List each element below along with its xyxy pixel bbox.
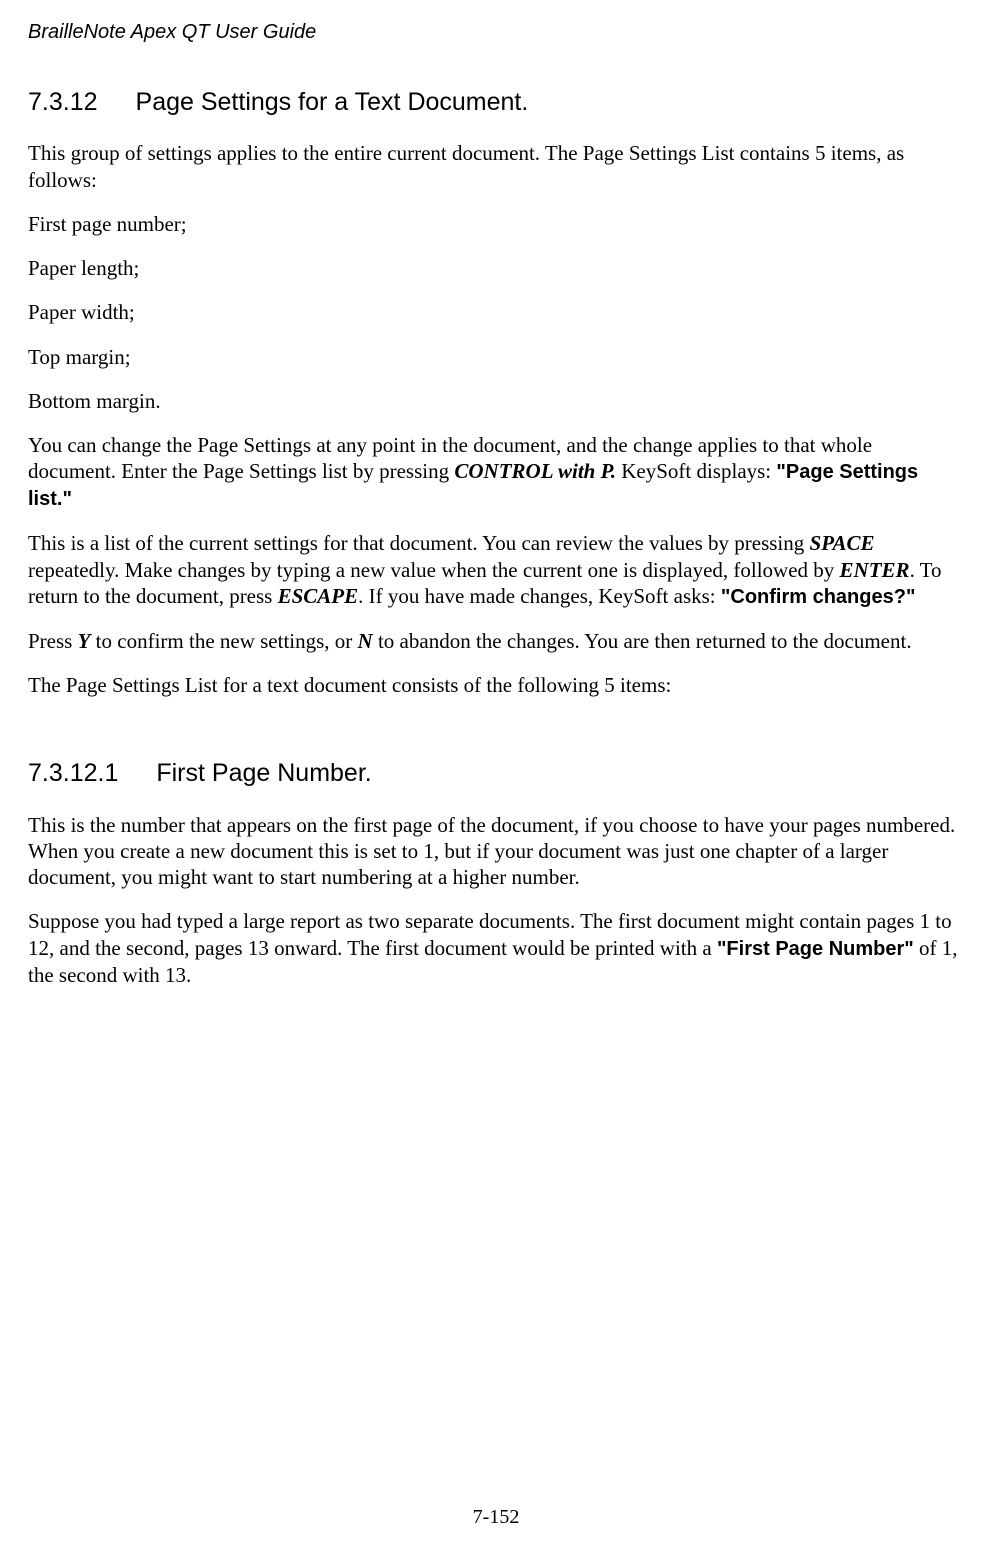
section-heading-7-3-12: 7.3.12 Page Settings for a Text Document. [28, 87, 964, 118]
paragraph-change-settings: You can change the Page Settings at any … [28, 432, 964, 512]
paragraph-confirm: Press Y to confirm the new settings, or … [28, 628, 964, 654]
key-space: SPACE [810, 531, 875, 555]
subsection-number: 7.3.12.1 [28, 758, 118, 789]
text-run: This is a list of the current settings f… [28, 531, 810, 555]
list-item-5: Bottom margin. [28, 388, 964, 414]
key-escape: ESCAPE [278, 584, 359, 608]
section-title: Page Settings for a Text Document. [136, 88, 529, 116]
paragraph-review: This is a list of the current settings f… [28, 530, 964, 610]
section-number: 7.3.12 [28, 87, 98, 118]
text-run: repeatedly. Make changes by typing a new… [28, 558, 840, 582]
section-heading-7-3-12-1: 7.3.12.1 First Page Number. [28, 758, 964, 789]
paragraph-intro: This group of settings applies to the en… [28, 140, 964, 193]
paragraph-list5: The Page Settings List for a text docume… [28, 672, 964, 698]
list-item-1: First page number; [28, 211, 964, 237]
list-item-2: Paper length; [28, 255, 964, 281]
key-enter: ENTER [840, 558, 910, 582]
quote-confirm: "Confirm changes?" [721, 586, 916, 608]
text-run: . If you have made changes, KeySoft asks… [358, 584, 721, 608]
subsection-title: First Page Number. [156, 759, 371, 787]
paragraph-first-page-2: Suppose you had typed a large report as … [28, 908, 964, 988]
text-run: KeySoft displays: [616, 459, 776, 483]
quote-first-page-number: "First Page Number" [717, 938, 914, 960]
page-number-footer: 7-152 [0, 1505, 992, 1530]
text-run: to abandon the changes. You are then ret… [373, 629, 912, 653]
key-control-p: CONTROL with P. [454, 459, 616, 483]
page-header: BrailleNote Apex QT User Guide [28, 20, 964, 45]
paragraph-first-page-1: This is the number that appears on the f… [28, 812, 964, 891]
text-run: Press [28, 629, 78, 653]
key-n: N [358, 629, 373, 653]
text-run: to confirm the new settings, or [90, 629, 357, 653]
list-item-3: Paper width; [28, 299, 964, 325]
key-y: Y [78, 629, 91, 653]
list-item-4: Top margin; [28, 344, 964, 370]
